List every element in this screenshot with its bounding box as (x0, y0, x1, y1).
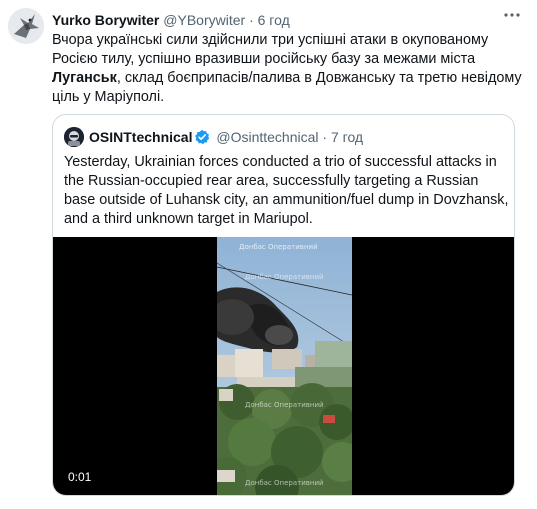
tweet-text-bold: Луганськ (52, 70, 117, 86)
video-watermark-top: Донбас Оперативний (239, 243, 318, 251)
video-watermark-low: Донбас Оперативний (245, 401, 324, 409)
quoted-text: Yesterday, Ukrainian forces conducted a … (64, 154, 509, 227)
quoted-author-avatar[interactable] (64, 127, 84, 147)
tweet-header: Yurko Borywiter @YBorywiter · 6 год (52, 11, 290, 29)
quoted-header: OSINTtechnical @Osinttechnical · 7 год (89, 128, 363, 149)
tweet-text: Вчора українські сили здійснили три успі… (52, 31, 527, 107)
video-watermark-mid: Донбас Оперативний (245, 273, 324, 281)
quoted-author-name[interactable]: OSINTtechnical (89, 129, 192, 145)
header-separator: · (249, 12, 254, 28)
video-timestamp: 0:01 (64, 468, 96, 486)
quoted-time[interactable]: 7 год (331, 129, 363, 145)
author-handle[interactable]: @YBorywiter (163, 12, 245, 28)
quoted-tweet[interactable]: OSINTtechnical @Osinttechnical · 7 год Y… (52, 114, 515, 496)
tweet-time[interactable]: 6 год (258, 12, 290, 28)
quoted-handle[interactable]: @Osinttechnical (216, 129, 318, 145)
video-player[interactable]: Донбас Оперативний Донбас Оперативний До… (53, 237, 514, 495)
author-name[interactable]: Yurko Borywiter (52, 12, 159, 28)
bird-avatar-icon (8, 8, 44, 44)
video-thumbnail: Донбас Оперативний Донбас Оперативний До… (217, 237, 352, 495)
video-frame: Донбас Оперативний Донбас Оперативний До… (217, 237, 352, 495)
author-avatar[interactable] (8, 8, 44, 44)
verified-badge-icon (194, 129, 210, 149)
more-horizontal-icon[interactable] (503, 6, 521, 29)
quoted-separator: · (322, 129, 328, 145)
video-watermark-bottom: Донбас Оперативний (245, 479, 324, 487)
tweet-text-part2: , склад боєприпасів/палива в Довжанську … (52, 70, 522, 105)
tweet-text-part1: Вчора українські сили здійснили три успі… (52, 32, 489, 67)
osint-avatar-icon (64, 127, 84, 147)
